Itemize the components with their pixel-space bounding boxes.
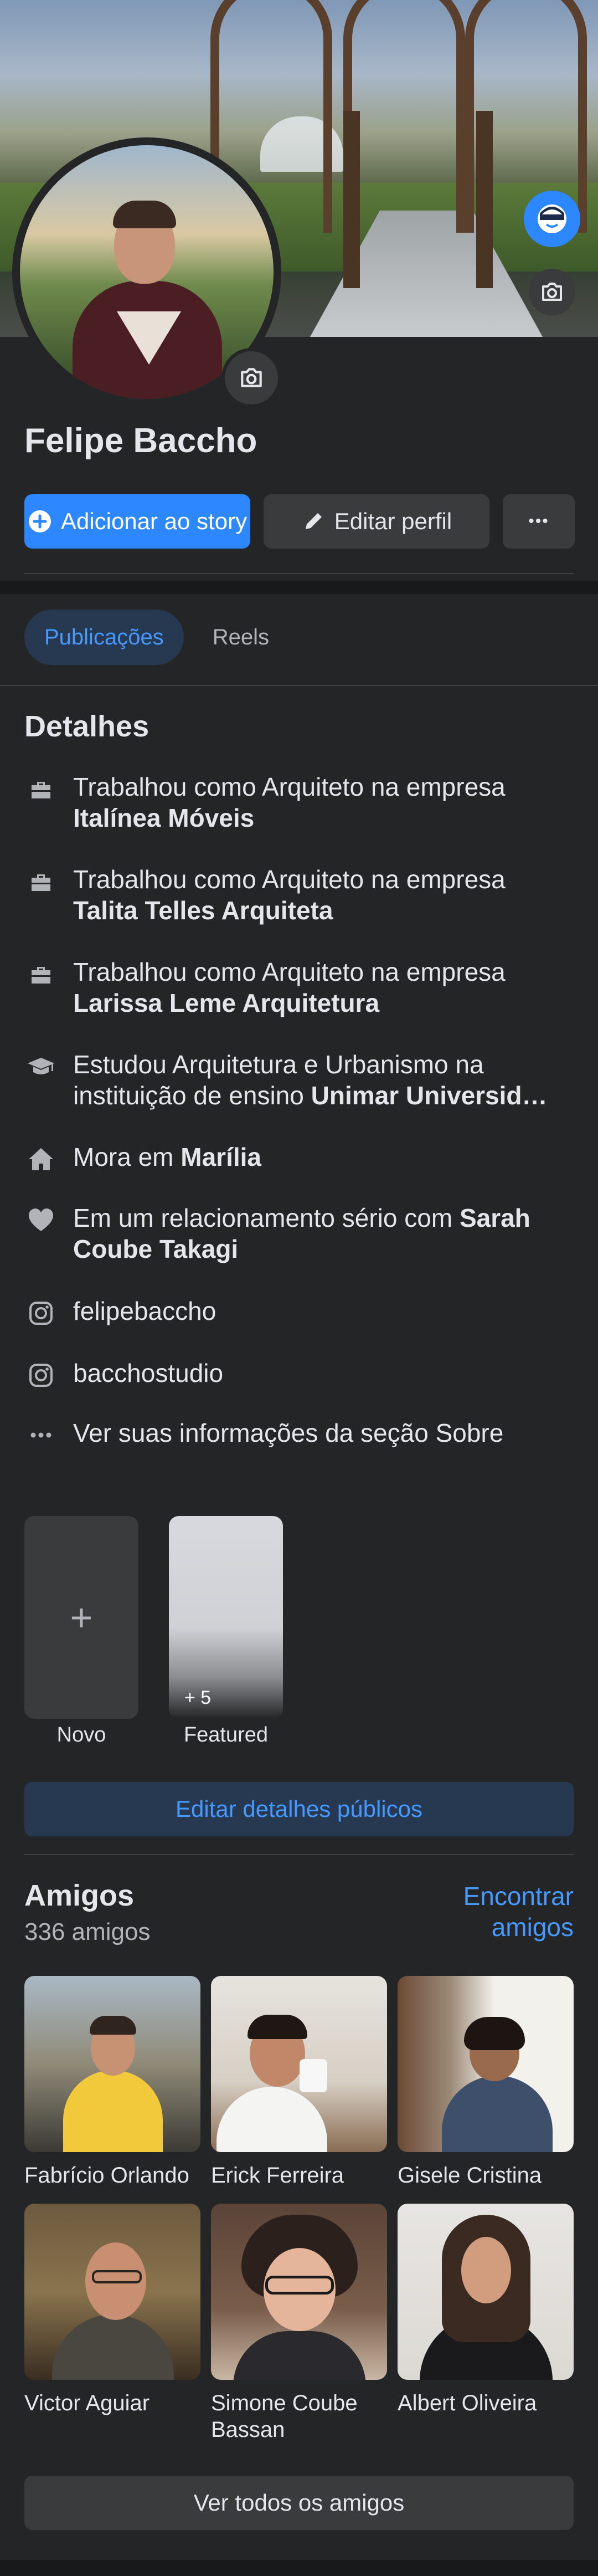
new-featured-label: Novo xyxy=(56,1723,106,1747)
friends-count: 336 amigos xyxy=(24,1918,151,1945)
find-friends-link[interactable]: Encontrar amigos xyxy=(430,1881,574,1943)
company-name[interactable]: Larissa Leme Arquitetura xyxy=(73,989,379,1017)
edit-public-details-button[interactable]: Editar detalhes públicos xyxy=(24,1782,574,1836)
friend-photo xyxy=(211,2204,387,2380)
instagram-icon xyxy=(24,1297,58,1330)
briefcase-icon xyxy=(24,957,58,991)
detail-work[interactable]: Trabalhou como Arquiteto na empresa Laris… xyxy=(24,956,574,1018)
avatar-button[interactable] xyxy=(524,191,580,247)
featured-count: + 5 xyxy=(184,1687,212,1708)
friend-name: Simone Coube Bassan xyxy=(211,2391,358,2442)
pencil-icon xyxy=(305,513,322,529)
add-story-label: Adicionar ao story xyxy=(60,508,248,534)
briefcase-icon xyxy=(24,772,58,806)
section-divider xyxy=(0,581,598,594)
new-featured-button[interactable]: + xyxy=(24,1516,138,1719)
plus-icon: + xyxy=(70,1596,93,1639)
instagram-handle: felipebaccho xyxy=(73,1297,216,1325)
profile-page: Felipe Baccho Adicionar ao story Editar … xyxy=(0,0,598,2576)
divider xyxy=(0,685,598,686)
friend-name: Fabrício Orlando xyxy=(24,2163,189,2188)
profile-tabs: Publicações Reels xyxy=(24,610,289,665)
camera-icon xyxy=(542,283,562,301)
friend-card[interactable]: Albert Oliveira xyxy=(398,2204,574,2416)
camera-icon xyxy=(241,368,262,387)
edit-cover-button[interactable] xyxy=(529,269,575,315)
instagram-icon xyxy=(24,1359,58,1392)
friend-card[interactable]: Simone Coube Bassan xyxy=(211,2204,387,2443)
featured-collection[interactable]: + 5 xyxy=(169,1516,283,1719)
ellipsis-icon: ••• xyxy=(528,512,549,530)
section-divider xyxy=(0,2560,598,2576)
briefcase-icon xyxy=(24,865,58,898)
details-title: Detalhes xyxy=(24,710,150,743)
detail-work[interactable]: Trabalhou como Arquiteto na empresa Talit… xyxy=(24,864,574,926)
detail-lives[interactable]: Mora em Marília xyxy=(24,1141,574,1176)
add-story-button[interactable]: Adicionar ao story xyxy=(24,494,250,549)
tab-publicacoes[interactable]: Publicações xyxy=(24,610,184,665)
company-name[interactable]: Talita Telles Arquiteta xyxy=(73,896,333,925)
featured-label: Featured xyxy=(183,1723,269,1747)
avatar-icon xyxy=(538,204,566,233)
cover-arch xyxy=(343,0,465,233)
profile-name: Felipe Baccho xyxy=(24,422,257,460)
graduation-cap-icon xyxy=(24,1050,58,1083)
friend-name: Victor Aguiar xyxy=(24,2391,150,2415)
friend-card[interactable]: Erick Ferreira xyxy=(211,1976,387,2189)
friend-name: Gisele Cristina xyxy=(398,2163,542,2188)
friend-photo xyxy=(398,2204,574,2380)
friend-photo xyxy=(24,1976,200,2152)
ellipsis-icon xyxy=(24,1418,58,1452)
home-icon xyxy=(24,1143,58,1176)
divider xyxy=(24,1854,574,1855)
cover-pillar xyxy=(476,111,493,288)
city-name[interactable]: Marília xyxy=(181,1143,261,1171)
more-options-button[interactable]: ••• xyxy=(503,494,575,549)
cover-pillar xyxy=(343,111,360,288)
detail-relationship[interactable]: Em um relacionamento sério com Sarah Cou… xyxy=(24,1202,574,1264)
detail-education[interactable]: Estudou Arquitetura e Urbanismo na instit… xyxy=(24,1049,574,1111)
edit-profile-picture-button[interactable] xyxy=(221,348,281,408)
company-name[interactable]: Italínea Móveis xyxy=(73,803,254,832)
school-name[interactable]: Unimar Universid… xyxy=(311,1081,548,1110)
friend-card[interactable]: Fabrício Orlando xyxy=(24,1976,200,2189)
detail-instagram[interactable]: felipebaccho xyxy=(24,1295,574,1330)
detail-instagram[interactable]: bacchostudio xyxy=(24,1358,574,1392)
edit-profile-label: Editar perfil xyxy=(334,508,452,534)
detail-work[interactable]: Trabalhou como Arquiteto na empresa Italí… xyxy=(24,771,574,833)
see-about-link[interactable]: Ver suas informações da seção Sobre xyxy=(24,1417,574,1452)
heart-icon xyxy=(24,1204,58,1237)
friend-photo xyxy=(211,1976,387,2152)
edit-profile-button[interactable]: Editar perfil xyxy=(264,494,489,549)
see-all-friends-button[interactable]: Ver todos os amigos xyxy=(24,2476,574,2530)
friends-title: Amigos xyxy=(24,1879,135,1912)
profile-actions: Adicionar ao story Editar perfil ••• xyxy=(24,494,575,549)
tab-reels[interactable]: Reels xyxy=(193,610,289,665)
friend-photo xyxy=(398,1976,574,2152)
plus-circle-icon xyxy=(28,510,51,532)
friend-photo xyxy=(24,2204,200,2380)
friend-name: Erick Ferreira xyxy=(211,2163,344,2188)
friend-name: Albert Oliveira xyxy=(398,2391,537,2415)
friend-card[interactable]: Victor Aguiar xyxy=(24,2204,200,2416)
friend-card[interactable]: Gisele Cristina xyxy=(398,1976,574,2189)
divider xyxy=(24,573,574,574)
instagram-handle: bacchostudio xyxy=(73,1359,224,1387)
